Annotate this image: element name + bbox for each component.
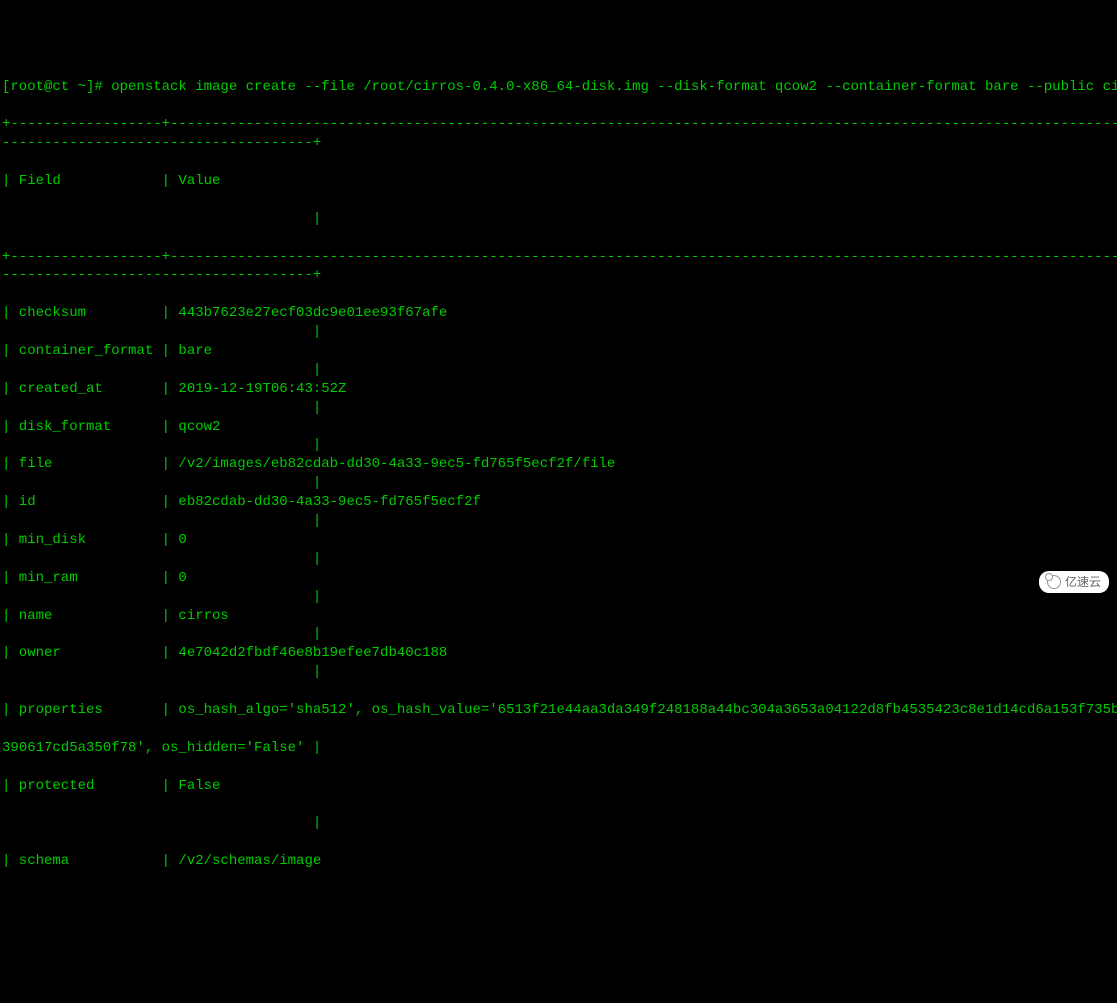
watermark-text: 亿速云 <box>1065 574 1101 590</box>
table-header-spacer: | <box>2 210 1117 229</box>
cloud-icon <box>1047 575 1061 589</box>
table-row-schema: | schema | /v2/schemas/image <box>2 852 1117 871</box>
table-row-protected-spacer: | <box>2 814 1117 833</box>
table-row-properties-wrap: 390617cd5a350f78', os_hidden='False' | <box>2 739 1117 758</box>
watermark-badge: 亿速云 <box>1039 571 1109 593</box>
table-body: | checksum | 443b7623e27ecf03dc9e01ee93f… <box>2 304 1117 682</box>
table-row-properties: | properties | os_hash_algo='sha512', os… <box>2 701 1117 720</box>
table-header-row: | Field | Value <box>2 172 1117 191</box>
table-header-border: +------------------+--------------------… <box>2 248 1117 286</box>
table-row-protected: | protected | False <box>2 777 1117 796</box>
shell-prompt-line: [root@ct ~]# openstack image create --fi… <box>2 78 1117 97</box>
table-top-border: +------------------+--------------------… <box>2 115 1117 153</box>
